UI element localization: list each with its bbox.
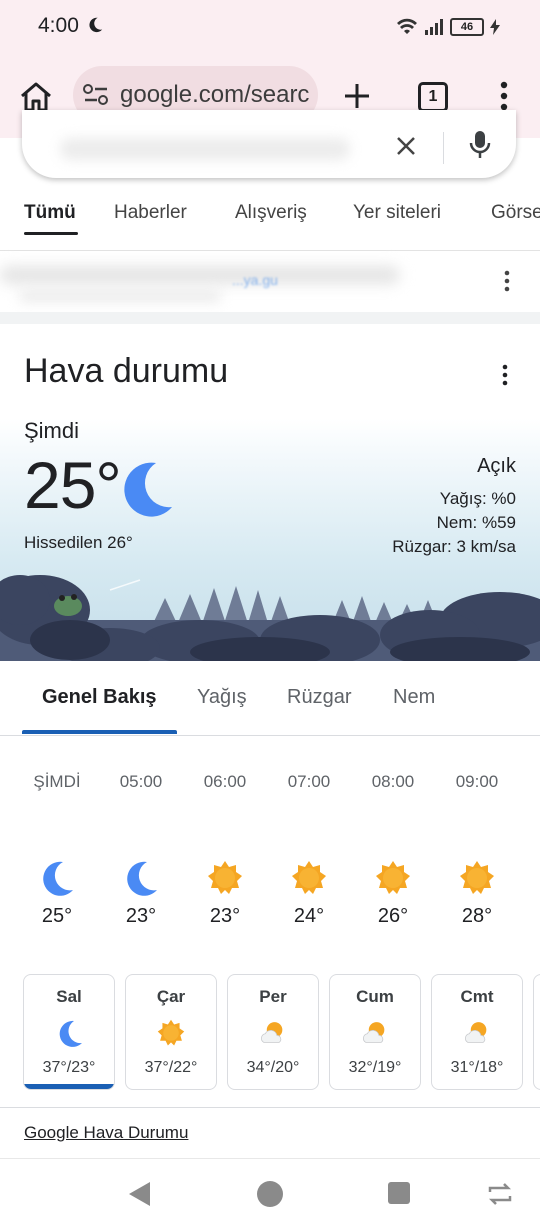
divider (0, 1107, 540, 1108)
microphone-icon[interactable] (468, 130, 492, 160)
search-tabs: Tümü Haberler Alışveriş Yer siteleri Gör… (0, 196, 540, 240)
weather-tab-indicator (22, 730, 177, 734)
day-name: Cum (356, 987, 394, 1006)
tabs-divider (0, 250, 540, 251)
section-separator (0, 312, 540, 324)
moon-icon (127, 861, 157, 896)
day-card-partial[interactable] (533, 974, 540, 1090)
tab-overview[interactable]: Genel Bakış (42, 686, 157, 709)
search-query-redacted (60, 138, 350, 160)
hour-temp: 25° (41, 905, 73, 927)
tab-all[interactable]: Tümü (24, 202, 76, 224)
back-icon[interactable] (128, 1181, 152, 1207)
moon-icon (43, 861, 73, 896)
sun-icon (208, 861, 242, 894)
redacted-link[interactable]: ...ya.gu (232, 272, 278, 288)
feels-like: Hissedilen 26° (24, 533, 133, 552)
humidity: Nem: %59 (436, 513, 516, 532)
partly-cloudy-icon (363, 1022, 385, 1043)
home-button[interactable] (18, 80, 54, 114)
more-options-icon[interactable] (502, 270, 512, 292)
tab-humidity[interactable]: Nem (393, 686, 435, 709)
day-name: Sal (56, 987, 82, 1006)
day-name: Cmt (460, 987, 494, 1006)
day-temps: 31°/18° (450, 1059, 504, 1076)
active-tab-indicator (24, 232, 78, 235)
day-temps: 37°/22° (144, 1059, 198, 1076)
status-time: 4:00 (38, 14, 79, 37)
current-temperature: 25° (24, 448, 122, 522)
hour-label: 07:00 (287, 772, 331, 791)
home-nav-icon[interactable] (257, 1181, 283, 1207)
hour-temp: 23° (125, 905, 157, 927)
battery-icon: 46 (450, 18, 484, 36)
new-tab-button[interactable] (342, 81, 372, 111)
hour-label: 08:00 (371, 772, 415, 791)
wifi-icon (397, 18, 417, 34)
weather-tabs: Genel Bakış Yağış Rüzgar Nem (0, 661, 540, 736)
rotate-icon[interactable] (486, 1182, 514, 1206)
day-temps: 34°/20° (246, 1059, 300, 1076)
moon-icon (59, 1020, 82, 1047)
weather-title: Hava durumu (24, 352, 229, 390)
sun-icon (292, 861, 326, 894)
redacted-text (20, 290, 220, 302)
partly-cloudy-icon (465, 1022, 487, 1043)
divider (0, 1158, 540, 1159)
status-icons: 46 (396, 16, 500, 38)
tab-places[interactable]: Yer siteleri (353, 202, 441, 224)
site-settings-icon[interactable] (83, 84, 109, 106)
hour-temp: 24° (293, 905, 325, 927)
hour-label: 09:00 (455, 772, 499, 791)
sun-icon (376, 861, 410, 894)
url-text: google.com/searc (120, 81, 310, 108)
day-name: Çar (156, 987, 186, 1006)
precipitation: Yağış: %0 (439, 489, 516, 508)
tab-wind[interactable]: Rüzgar (287, 686, 351, 709)
browser-menu-button[interactable] (494, 80, 514, 112)
now-label: Şimdi (24, 418, 80, 443)
hour-label: 06:00 (203, 772, 247, 791)
moon-icon (124, 462, 172, 517)
partly-cloudy-icon (261, 1022, 283, 1043)
dnd-moon-icon (89, 17, 103, 33)
hour-temp: 26° (377, 905, 409, 927)
source-link[interactable]: Google Hava Durumu (24, 1123, 188, 1143)
recents-icon[interactable] (388, 1182, 410, 1204)
hour-label: ŞİMDİ (33, 772, 81, 791)
clear-search-icon[interactable] (395, 135, 417, 157)
selected-day-indicator (24, 1084, 114, 1089)
day-temps: 37°/23° (42, 1059, 96, 1076)
condition: Açık (477, 455, 516, 477)
hour-temp: 28° (461, 905, 493, 927)
day-card-car[interactable]: Çar 37°/22° (125, 974, 217, 1090)
hour-temp: 23° (209, 905, 241, 927)
sun-icon (460, 861, 494, 894)
tab-shopping[interactable]: Alışveriş (235, 202, 307, 224)
redacted-text (0, 266, 400, 284)
night-landscape-illustration (0, 575, 540, 661)
charging-icon (490, 19, 500, 35)
day-card-per[interactable]: Per 34°/20° (227, 974, 319, 1090)
sun-icon (157, 1019, 185, 1046)
tab-images[interactable]: Görse (491, 202, 540, 224)
tab-news[interactable]: Haberler (114, 202, 187, 224)
day-card-cmt[interactable]: Cmt 31°/18° (431, 974, 523, 1090)
wind: Rüzgar: 3 km/sa (392, 537, 516, 556)
day-card-cum[interactable]: Cum 32°/19° (329, 974, 421, 1090)
hour-label: 05:00 (119, 772, 163, 791)
tab-switcher-button[interactable]: 1 (418, 82, 448, 112)
day-name: Per (259, 987, 287, 1006)
weather-more-icon[interactable] (500, 364, 510, 386)
search-box-divider (443, 132, 444, 164)
tab-precipitation[interactable]: Yağış (197, 686, 247, 709)
signal-icon (425, 19, 443, 35)
day-temps: 32°/19° (348, 1059, 402, 1076)
day-card-sal[interactable]: Sal 37°/23° (23, 974, 115, 1090)
